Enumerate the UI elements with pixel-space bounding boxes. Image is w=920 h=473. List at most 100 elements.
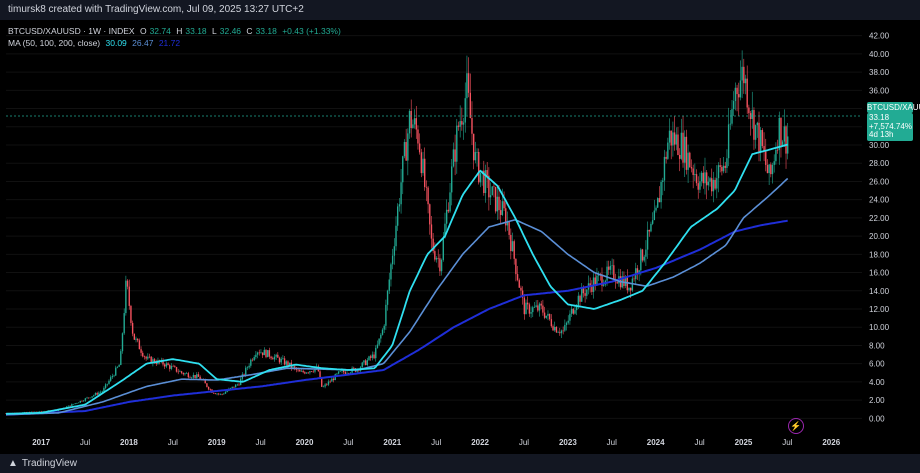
candle-body (479, 172, 482, 183)
candle-body (310, 371, 313, 372)
candle-body (143, 356, 146, 357)
lightning-icon[interactable]: ⚡ (788, 418, 804, 434)
high-value: 33.18 (185, 26, 207, 36)
candle-body (702, 172, 704, 184)
candle-body (391, 255, 394, 265)
price-tag-countdown: 4d 13h (869, 130, 894, 139)
candle-body (120, 351, 122, 366)
x-axis: 2017 Jul 2018 Jul 2019 Jul 2020 Jul 2021 Jul 2022 J… (32, 438, 841, 447)
candle-body (555, 326, 558, 333)
candle-body (663, 156, 666, 181)
candle-body (402, 156, 404, 183)
candle-body (643, 256, 645, 261)
candle-body (429, 204, 431, 225)
candle-body (410, 110, 412, 128)
open-value: 32.74 (149, 26, 171, 36)
candle-body (86, 397, 88, 399)
close-value: 33.18 (255, 26, 277, 36)
candle-body (191, 377, 193, 379)
caption-bar: timursk8 created with TradingView.com, J… (0, 0, 920, 20)
candle-body (729, 123, 732, 125)
candle-body (260, 352, 262, 354)
candle-body (712, 179, 715, 192)
candle-body (170, 365, 173, 369)
candle-body (256, 352, 259, 355)
candle-body (138, 340, 141, 350)
candle-body (278, 357, 281, 363)
candle-body (393, 246, 396, 256)
candle-body (515, 258, 517, 275)
candle-body (662, 180, 664, 182)
candle-body (552, 326, 554, 331)
candle-body (302, 370, 304, 373)
x-tick-label: Jul (80, 438, 90, 447)
y-tick-label: 14.00 (869, 287, 890, 296)
y-tick-label: 18.00 (869, 250, 890, 259)
candle-body (131, 322, 134, 334)
candle-body (734, 87, 737, 102)
candle-body (368, 356, 370, 361)
x-tick-label: Jul (343, 438, 353, 447)
candle-body (645, 249, 647, 257)
candle-body (439, 258, 441, 272)
symbol-legend[interactable]: BTCUSD/XAUUSD · 1W · INDEX O 32.74 H 33.18… (8, 26, 344, 36)
candle-body (646, 229, 649, 250)
candle-body (425, 187, 428, 188)
candle-body (741, 66, 743, 81)
candle-body (251, 359, 254, 361)
candle-body (454, 149, 456, 162)
candle-body (466, 73, 468, 99)
price-chart[interactable]: 2017 Jul 2018 Jul 2019 Jul 2020 Jul 2021 Jul 2022 J… (0, 20, 920, 454)
chart-panel[interactable]: 2017 Jul 2018 Jul 2019 Jul 2020 Jul 2021 Jul 2022 J… (0, 20, 920, 454)
y-tick-label: 24.00 (869, 196, 890, 205)
candle-body (388, 279, 390, 291)
candle-body (754, 125, 757, 140)
y-tick-label: 22.00 (869, 214, 890, 223)
candle-body (771, 164, 774, 175)
candle-body (385, 304, 387, 326)
candle-body (511, 241, 514, 252)
candle-body (413, 118, 416, 125)
y-tick-label: 16.00 (869, 269, 890, 278)
y-tick-label: 6.00 (869, 360, 885, 369)
candle-body (744, 78, 747, 84)
candle-body (584, 293, 586, 296)
candle-body (418, 143, 421, 153)
y-tick-label: 20.00 (869, 232, 890, 241)
candle-body (435, 257, 438, 260)
candle-body (126, 280, 129, 287)
candle-body (280, 358, 282, 363)
candle-body (106, 383, 109, 385)
candle-body (128, 286, 130, 306)
candle-body (366, 360, 369, 366)
candle-body (682, 132, 684, 163)
candle-body (719, 165, 721, 167)
candle-body (169, 365, 171, 369)
candle-body (564, 324, 566, 331)
candle-body (297, 369, 299, 371)
candle-body (650, 223, 652, 232)
candle-body (415, 118, 417, 130)
footer-bar: ▲ TradingView (0, 454, 920, 473)
candle-body (133, 333, 136, 340)
candle-body (687, 152, 689, 170)
low-value: 32.46 (219, 26, 242, 36)
ma200-line (5, 219, 788, 416)
tradingview-logo: ▲ TradingView (8, 458, 77, 469)
candle-body (528, 304, 531, 314)
candle-body (697, 183, 699, 190)
candle-body (81, 400, 83, 402)
candle-body (164, 364, 166, 367)
candle-body (532, 307, 534, 313)
candle-body (339, 370, 341, 372)
candle-body (375, 347, 377, 359)
candle-body (629, 287, 632, 291)
ma-legend[interactable]: MA (50, 100, 200, close) 30.09 26.47 21.… (8, 38, 183, 48)
candle-body (309, 371, 311, 373)
candle-body (707, 181, 710, 186)
candle-body (608, 266, 610, 270)
candle-body (103, 387, 105, 392)
candle-body (641, 249, 644, 261)
candle-body (407, 133, 409, 161)
candle-body (653, 210, 656, 221)
